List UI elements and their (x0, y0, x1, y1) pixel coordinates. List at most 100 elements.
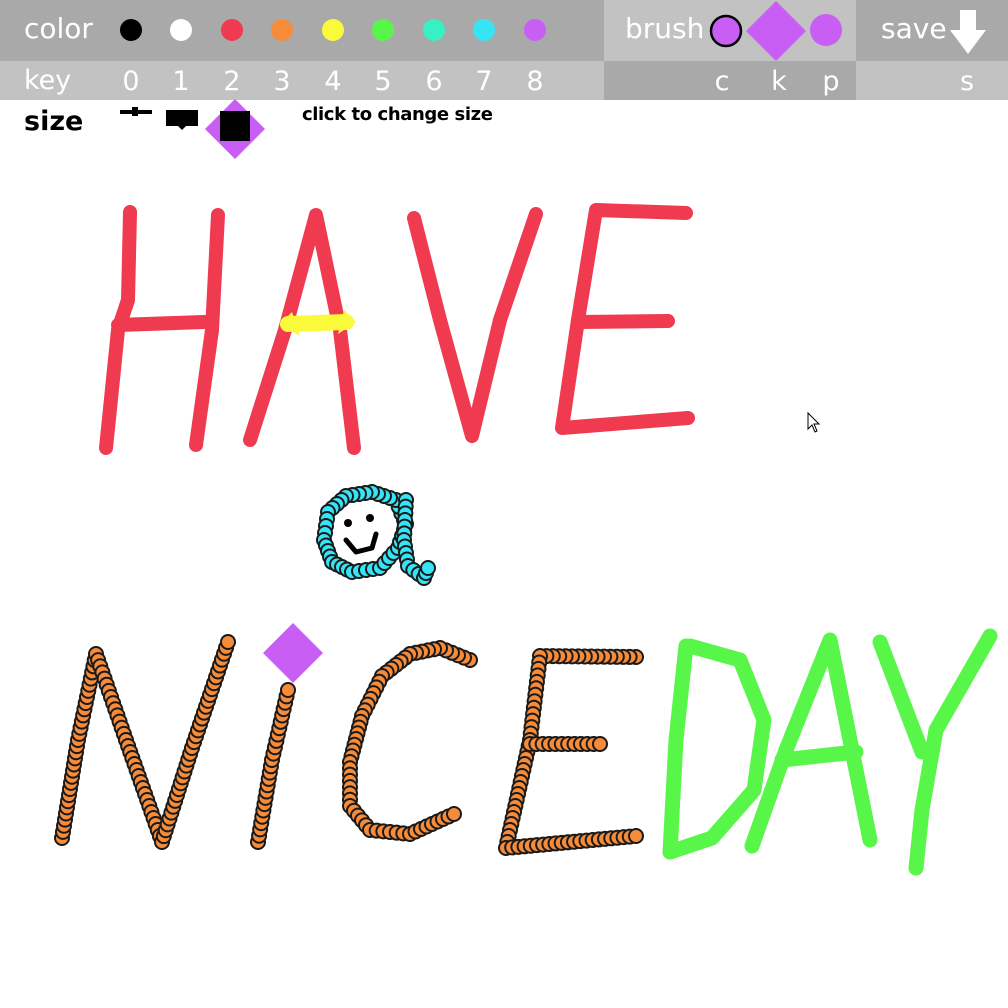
stroke-letter-e (535, 836, 552, 853)
save-arrow-down-icon[interactable] (948, 8, 988, 56)
stroke-letter-n (75, 707, 92, 724)
stroke-letter-i (254, 808, 271, 825)
stroke-letter-c (351, 719, 367, 736)
color-swatch-teal[interactable] (423, 19, 445, 41)
color-swatch-orange[interactable] (271, 19, 293, 41)
stroke-letter-i (255, 802, 272, 819)
stroke-letter-c (342, 760, 358, 777)
stroke-letter-n (155, 828, 172, 845)
stroke-letter-n (143, 804, 160, 820)
stroke-letter-a-small (398, 545, 414, 561)
stroke-letter-a-small (344, 487, 361, 503)
drawing-canvas[interactable] (0, 0, 1008, 1008)
color-swatch-black[interactable] (120, 19, 142, 41)
save-label: save (881, 12, 947, 45)
stroke-letter-n (54, 830, 70, 846)
color-swatch-red[interactable] (221, 19, 243, 41)
stroke-letter-n (103, 689, 119, 705)
stroke-letter-c (345, 742, 361, 759)
color-swatch-purple[interactable] (524, 19, 546, 41)
stroke-letter-a-small (396, 522, 412, 538)
stroke-letter-n (57, 811, 73, 828)
stroke-letter-e (499, 834, 516, 850)
stroke-letter-c (342, 798, 358, 814)
stroke-letter-c (440, 808, 457, 825)
brush-circle-icon[interactable] (809, 13, 845, 49)
stroke-letter-i (253, 815, 270, 832)
stroke-letter-c (342, 785, 358, 802)
size-large-selected-icon[interactable] (203, 97, 267, 161)
stroke-letter-e (511, 780, 528, 796)
stroke-letter-c (356, 702, 373, 719)
stroke-letter-e (544, 648, 561, 665)
stroke-letter-c (371, 673, 388, 690)
stroke-letter-n (58, 805, 74, 822)
stroke-letter-e (555, 203, 695, 435)
brush-circle-outline-icon[interactable] (708, 13, 744, 49)
stroke-letter-n (137, 786, 154, 802)
stroke-letter-e (579, 736, 596, 752)
size-medium-icon[interactable] (164, 106, 200, 132)
color-swatch-white[interactable] (170, 19, 192, 41)
save-key-bg (856, 61, 1008, 100)
stroke-letter-y (872, 634, 930, 760)
stroke-letter-n (68, 744, 84, 761)
stroke-letter-i (264, 752, 280, 768)
stroke-letter-a-small (365, 561, 381, 577)
stroke-letter-c (383, 660, 400, 677)
stroke-letter-n (167, 792, 184, 809)
stroke-letter-n (134, 780, 151, 796)
stroke-letter-n (165, 798, 182, 815)
key-7: 7 (475, 66, 493, 97)
color-swatch-green[interactable] (372, 19, 394, 41)
color-label: color (24, 12, 93, 45)
stroke-letter-n (147, 816, 164, 832)
stroke-letter-n (180, 751, 197, 768)
color-swatch-yellow[interactable] (322, 19, 344, 41)
canvas-strokes (54, 203, 998, 876)
stroke-letter-n (109, 707, 126, 724)
stroke-letter-h (99, 205, 137, 455)
stroke-letter-a-small (390, 540, 406, 556)
stroke-letter-n (81, 676, 98, 693)
stroke-letter-e (609, 829, 626, 846)
stroke-letter-n (159, 816, 176, 833)
color-swatch-cyan[interactable] (473, 19, 495, 41)
stroke-letter-e (596, 648, 612, 665)
stroke-letter-a-small (318, 518, 334, 534)
stroke-letter-e (531, 654, 548, 671)
stroke-letter-a-small (420, 560, 436, 576)
stroke-letter-c (346, 802, 362, 819)
stroke-letter-i (258, 783, 275, 800)
stroke-letter-e (628, 649, 644, 665)
stroke-letter-e (572, 736, 589, 752)
stroke-letter-e (504, 839, 521, 856)
stroke-letter-a (243, 208, 361, 455)
stroke-letter-n (176, 763, 193, 780)
stroke-letter-e (529, 667, 546, 684)
stroke-letter-i (261, 764, 278, 781)
stroke-letter-n (79, 689, 95, 705)
stroke-letter-n (163, 804, 180, 821)
stroke-letter-n (214, 651, 230, 668)
brush-diamond-icon[interactable] (745, 0, 807, 62)
stroke-letter-n (71, 725, 88, 742)
size-small-icon[interactable] (118, 104, 154, 120)
stroke-letter-n (100, 682, 117, 699)
stroke-letter-n (62, 781, 78, 797)
stroke-letter-n (188, 728, 204, 745)
stroke-letter-n (60, 793, 76, 810)
stroke-letter-e (522, 837, 539, 854)
stroke-letter-i (269, 726, 286, 743)
stroke-letter-a-small (397, 498, 414, 515)
stroke-letter-c (382, 824, 398, 840)
stroke-letter-e (530, 660, 547, 677)
stroke-letter-a-small (333, 492, 350, 508)
stroke-letter-c (368, 822, 385, 839)
stroke-letter-c (432, 640, 448, 656)
stroke-letter-a-small (396, 512, 412, 528)
stroke-letter-c (407, 823, 424, 840)
stroke-letter-n (122, 744, 139, 760)
stroke-letter-e (602, 648, 619, 665)
stroke-letter-c (342, 766, 358, 783)
